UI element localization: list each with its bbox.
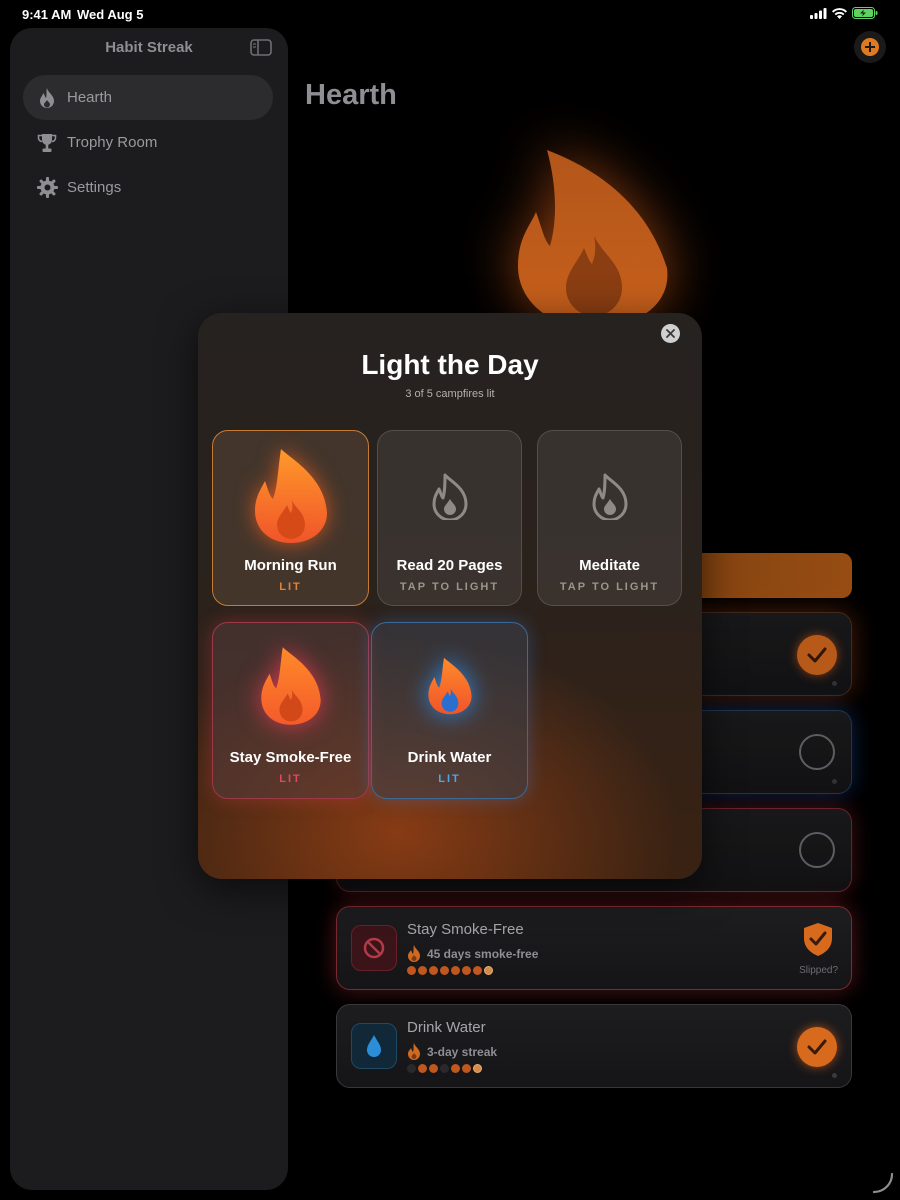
modal-title: Light the Day: [361, 349, 539, 380]
streak-dot: [473, 1064, 482, 1073]
streak-dot: [407, 1064, 416, 1073]
flame-outline-icon: [538, 472, 681, 520]
tile-name: Read 20 Pages: [396, 557, 503, 574]
close-icon: [666, 329, 675, 338]
streak-dot: [429, 1064, 438, 1073]
streak-dot: [462, 1064, 471, 1073]
wifi-icon: [832, 7, 847, 19]
streak-dot: [462, 966, 471, 975]
tile-state: TAP TO LIGHT: [559, 581, 660, 593]
close-button[interactable]: [661, 324, 680, 343]
flame-outline-icon: [378, 472, 521, 520]
habit-name: Drink Water: [407, 1019, 486, 1036]
streak-dot: [473, 966, 482, 975]
no-smoking-icon: [351, 925, 397, 971]
status-bar: 9:41 AM Wed Aug 5: [0, 0, 900, 28]
trophy-icon: [35, 133, 59, 153]
streak-dots: [407, 1064, 482, 1073]
streak-dots: [407, 966, 493, 975]
streak-dot: [451, 1064, 460, 1073]
habit-streak-label: 3-day streak: [427, 1044, 498, 1059]
sidebar-item-hearth[interactable]: Hearth: [23, 75, 273, 120]
page-title: Hearth: [305, 79, 397, 111]
tile-meditate[interactable]: Meditate TAP TO LIGHT: [537, 430, 682, 606]
streak-dot: [484, 966, 493, 975]
hero-flame-icon: [512, 148, 677, 328]
flame-lit-icon: [213, 645, 368, 727]
light-the-day-modal: Light the Day 3 of 5 campfires lit Morni…: [198, 313, 702, 879]
habit-card-drink-water[interactable]: Drink Water 3-day streak: [336, 1004, 852, 1088]
status-time: 9:41 AM: [22, 7, 72, 22]
sidebar-item-trophy-room[interactable]: Trophy Room: [23, 120, 273, 165]
streak-dot: [429, 966, 438, 975]
slipped-link[interactable]: Slipped?: [799, 965, 838, 976]
streak-dot: [451, 966, 460, 975]
water-drop-icon: [351, 1023, 397, 1069]
cellular-signal-icon: [810, 7, 827, 19]
tile-state: TAP TO LIGHT: [399, 581, 500, 593]
streak-dot: [418, 966, 427, 975]
sidebar-item-label: Settings: [67, 179, 122, 196]
gear-icon: [35, 177, 59, 198]
habit-name: Stay Smoke-Free: [407, 921, 524, 938]
habit-streak: 3-day streak: [407, 1043, 497, 1060]
habit-streak-label: 45 days smoke-free: [427, 946, 539, 961]
plus-icon: [861, 38, 879, 56]
sidebar-item-label: Hearth: [67, 89, 113, 106]
tile-morning-run[interactable]: Morning Run LIT: [212, 430, 369, 606]
habit-streak: 45 days smoke-free: [407, 945, 538, 962]
tile-state: LIT: [279, 581, 302, 593]
shield-check-icon[interactable]: [801, 921, 835, 957]
tile-name: Meditate: [579, 557, 640, 574]
indicator-dot: [832, 681, 837, 686]
empty-check-circle[interactable]: [799, 832, 835, 868]
indicator-dot: [832, 779, 837, 784]
tile-state: LIT: [279, 773, 302, 785]
status-date: Wed Aug 5: [77, 7, 144, 22]
streak-banner: [690, 553, 852, 598]
sidebar-item-label: Trophy Room: [67, 134, 158, 151]
streak-dot: [440, 1064, 449, 1073]
streak-dot: [407, 966, 416, 975]
tile-name: Drink Water: [407, 749, 492, 766]
indicator-dot: [832, 1073, 837, 1078]
streak-dot: [440, 966, 449, 975]
tile-name: Stay Smoke-Free: [229, 749, 352, 766]
flame-icon: [408, 1043, 420, 1060]
streak-dot: [418, 1064, 427, 1073]
status-icons: [810, 7, 878, 19]
checkmark-icon[interactable]: [797, 1027, 837, 1067]
battery-charging-icon: [852, 7, 878, 19]
tile-stay-smoke-free[interactable]: Stay Smoke-Free LIT: [212, 622, 369, 799]
resize-corner-indicator: [872, 1172, 894, 1194]
sidebar-item-settings[interactable]: Settings: [23, 165, 273, 210]
add-habit-button[interactable]: [854, 31, 886, 63]
checkmark-icon[interactable]: [797, 635, 837, 675]
tile-name: Morning Run: [244, 557, 337, 574]
tile-read-20-pages[interactable]: Read 20 Pages TAP TO LIGHT: [377, 430, 522, 606]
empty-check-circle[interactable]: [799, 734, 835, 770]
modal-subtitle: 3 of 5 campfires lit: [405, 388, 495, 400]
flame-lit-icon: [372, 656, 527, 716]
sidebar-title: Habit Streak: [105, 39, 193, 56]
sidebar-toggle-icon[interactable]: [250, 39, 272, 61]
flame-lit-icon: [213, 447, 368, 545]
flame-icon: [35, 87, 59, 109]
tile-drink-water[interactable]: Drink Water LIT: [371, 622, 528, 799]
flame-icon: [408, 945, 420, 962]
habit-card-stay-smoke-free[interactable]: Stay Smoke-Free 45 days smoke-free Slipp…: [336, 906, 852, 990]
tile-state: LIT: [438, 773, 461, 785]
